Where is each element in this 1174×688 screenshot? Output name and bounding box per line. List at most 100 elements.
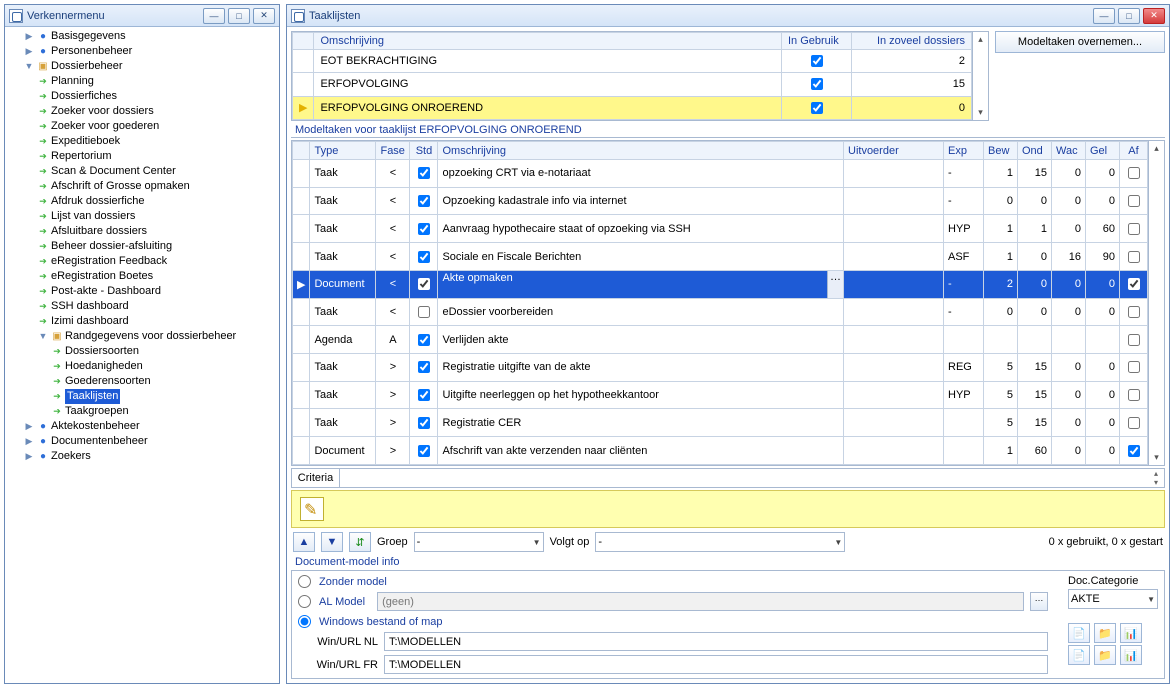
std-checkbox[interactable] — [418, 223, 430, 235]
tree-node-personenbeheer[interactable]: ▶Personenbeheer — [23, 44, 132, 59]
table-row[interactable]: ▶ERFOPVOLGING ONROEREND0 — [293, 96, 972, 119]
table-row[interactable]: AgendaAVerlijden akte — [293, 326, 1148, 354]
table-row[interactable]: Document>Afschrift van akte verzenden na… — [293, 437, 1148, 465]
tree-leaf[interactable]: eRegistration Feedback — [37, 254, 167, 269]
col-std[interactable]: Std — [410, 142, 438, 160]
table-row[interactable]: Taak<eDossier voorbereiden-0000 — [293, 298, 1148, 326]
table-row[interactable]: Taak>Registratie uitgifte van de akteREG… — [293, 354, 1148, 382]
std-checkbox[interactable] — [418, 195, 430, 207]
std-checkbox[interactable] — [418, 417, 430, 429]
table-row[interactable]: Taak<Opzoeking kadastrale info via inter… — [293, 187, 1148, 215]
ingebruik-checkbox[interactable] — [811, 102, 823, 114]
tree-leaf[interactable]: Dossierfiches — [37, 89, 117, 104]
tree-leaf[interactable]: Post-akte - Dashboard — [37, 284, 161, 299]
criteria-value[interactable] — [340, 469, 1148, 487]
std-checkbox[interactable] — [418, 306, 430, 318]
maximize-button[interactable]: □ — [228, 8, 250, 24]
std-checkbox[interactable] — [418, 445, 430, 457]
col-gel[interactable]: Gel — [1086, 142, 1120, 160]
tree-leaf[interactable]: Planning — [37, 74, 94, 89]
tree-leaf[interactable]: Taaklijsten — [51, 389, 120, 404]
radio-windows-bestand[interactable]: Windows bestand of map — [298, 615, 1048, 628]
doccategorie-combo[interactable]: AKTE▼ — [1068, 589, 1158, 609]
std-checkbox[interactable] — [418, 389, 430, 401]
tree-leaf[interactable]: Goederensoorten — [51, 374, 151, 389]
row-ellipsis-button[interactable]: … — [827, 271, 843, 298]
tree-leaf[interactable]: Dossiersoorten — [51, 344, 139, 359]
table-row[interactable]: Taak>Registratie CER51500 — [293, 409, 1148, 437]
tree-node-zoekers[interactable]: ▶Zoekers — [23, 449, 91, 464]
af-checkbox[interactable] — [1128, 334, 1140, 346]
al-model-browse-button[interactable]: … — [1030, 592, 1048, 611]
col-type[interactable]: Type — [310, 142, 376, 160]
table-row[interactable]: ERFOPVOLGING15 — [293, 73, 972, 96]
radio-al-model[interactable]: AL Model (geen) … — [298, 592, 1048, 611]
winurl-nl-field[interactable]: T:\MODELLEN — [384, 632, 1048, 651]
criteria-scroll[interactable]: ▴▾ — [1148, 469, 1164, 487]
af-checkbox[interactable] — [1128, 167, 1140, 179]
af-checkbox[interactable] — [1128, 306, 1140, 318]
tree-leaf[interactable]: Izimi dashboard — [37, 314, 129, 329]
tree-leaf[interactable]: Lijst van dossiers — [37, 209, 135, 224]
fr-folder-icon[interactable]: 📁 — [1094, 645, 1116, 665]
std-checkbox[interactable] — [418, 278, 430, 290]
fr-doc-icon[interactable]: 📄 — [1068, 645, 1090, 665]
tree-leaf[interactable]: Afdruk dossierfiche — [37, 194, 145, 209]
nl-doc-icon[interactable]: 📄 — [1068, 623, 1090, 643]
table-scroll-nav[interactable]: ▴▾ — [1148, 141, 1164, 465]
col-inzoveel[interactable]: In zoveel dossiers — [852, 33, 972, 50]
std-checkbox[interactable] — [418, 361, 430, 373]
move-down-button[interactable]: ▼ — [321, 532, 343, 552]
explorer-titlebar[interactable]: Verkennermenu — □ ✕ — [5, 5, 279, 27]
refresh-button[interactable]: ⇵ — [349, 532, 371, 552]
tree-leaf[interactable]: Repertorium — [37, 149, 112, 164]
col-omschrijving[interactable]: Omschrijving — [438, 142, 844, 160]
table-row[interactable]: Taak<opzoeking CRT via e-notariaat-11500 — [293, 160, 1148, 188]
taaklijsten-titlebar[interactable]: Taaklijsten — □ ✕ — [287, 5, 1169, 27]
minimize-button[interactable]: — — [1093, 8, 1115, 24]
table-scroll-nav[interactable]: ▴▾ — [972, 32, 988, 120]
modeltaken-table[interactable]: Type Fase Std Omschrijving Uitvoerder Ex… — [291, 140, 1165, 466]
move-up-button[interactable]: ▲ — [293, 532, 315, 552]
af-checkbox[interactable] — [1128, 445, 1140, 457]
close-button[interactable]: ✕ — [1143, 8, 1165, 24]
col-wac[interactable]: Wac — [1052, 142, 1086, 160]
af-checkbox[interactable] — [1128, 195, 1140, 207]
table-row[interactable]: ▶Document<Akte opmaken…-2000 — [293, 270, 1148, 298]
nl-sheet-icon[interactable]: 📊 — [1120, 623, 1142, 643]
af-checkbox[interactable] — [1128, 417, 1140, 429]
table-row[interactable]: Taak<Aanvraag hypothecaire staat of opzo… — [293, 215, 1148, 243]
col-omschrijving[interactable]: Omschrijving — [314, 33, 782, 50]
tree-leaf[interactable]: Hoedanigheden — [51, 359, 143, 374]
ingebruik-checkbox[interactable] — [811, 78, 823, 90]
tree-leaf[interactable]: eRegistration Boetes — [37, 269, 153, 284]
af-checkbox[interactable] — [1128, 278, 1140, 290]
tree-leaf[interactable]: Zoeker voor goederen — [37, 119, 159, 134]
winurl-fr-field[interactable]: T:\MODELLEN — [384, 655, 1048, 674]
minimize-button[interactable]: — — [203, 8, 225, 24]
taaklijsten-table[interactable]: Omschrijving In Gebruik In zoveel dossie… — [291, 31, 989, 121]
table-row[interactable]: EOT BEKRACHTIGING2 — [293, 50, 972, 73]
ingebruik-checkbox[interactable] — [811, 55, 823, 67]
col-uitvoerder[interactable]: Uitvoerder — [844, 142, 944, 160]
table-row[interactable]: Taak>Uitgifte neerleggen op het hypothee… — [293, 381, 1148, 409]
close-button[interactable]: ✕ — [253, 8, 275, 24]
col-fase[interactable]: Fase — [376, 142, 410, 160]
radio-zonder-model[interactable]: Zonder model — [298, 575, 1048, 588]
tree-leaf[interactable]: Expeditieboek — [37, 134, 120, 149]
tree-leaf[interactable]: Beheer dossier-afsluiting — [37, 239, 172, 254]
tree-node-aktekostenbeheer[interactable]: ▶Aktekostenbeheer — [23, 419, 140, 434]
af-checkbox[interactable] — [1128, 389, 1140, 401]
tree-leaf[interactable]: Afsluitbare dossiers — [37, 224, 147, 239]
tree-node-dossierbeheer[interactable]: ▼Dossierbeheer — [23, 59, 123, 74]
maximize-button[interactable]: □ — [1118, 8, 1140, 24]
col-exp[interactable]: Exp — [944, 142, 984, 160]
volgtop-combo[interactable]: -▼ — [595, 532, 845, 552]
tree-node-randgegevens[interactable]: ▼Randgegevens voor dossierbeheer — [37, 329, 236, 344]
fr-sheet-icon[interactable]: 📊 — [1120, 645, 1142, 665]
tree-leaf[interactable]: Scan & Document Center — [37, 164, 176, 179]
groep-combo[interactable]: -▼ — [414, 532, 544, 552]
af-checkbox[interactable] — [1128, 251, 1140, 263]
std-checkbox[interactable] — [418, 251, 430, 263]
af-checkbox[interactable] — [1128, 223, 1140, 235]
